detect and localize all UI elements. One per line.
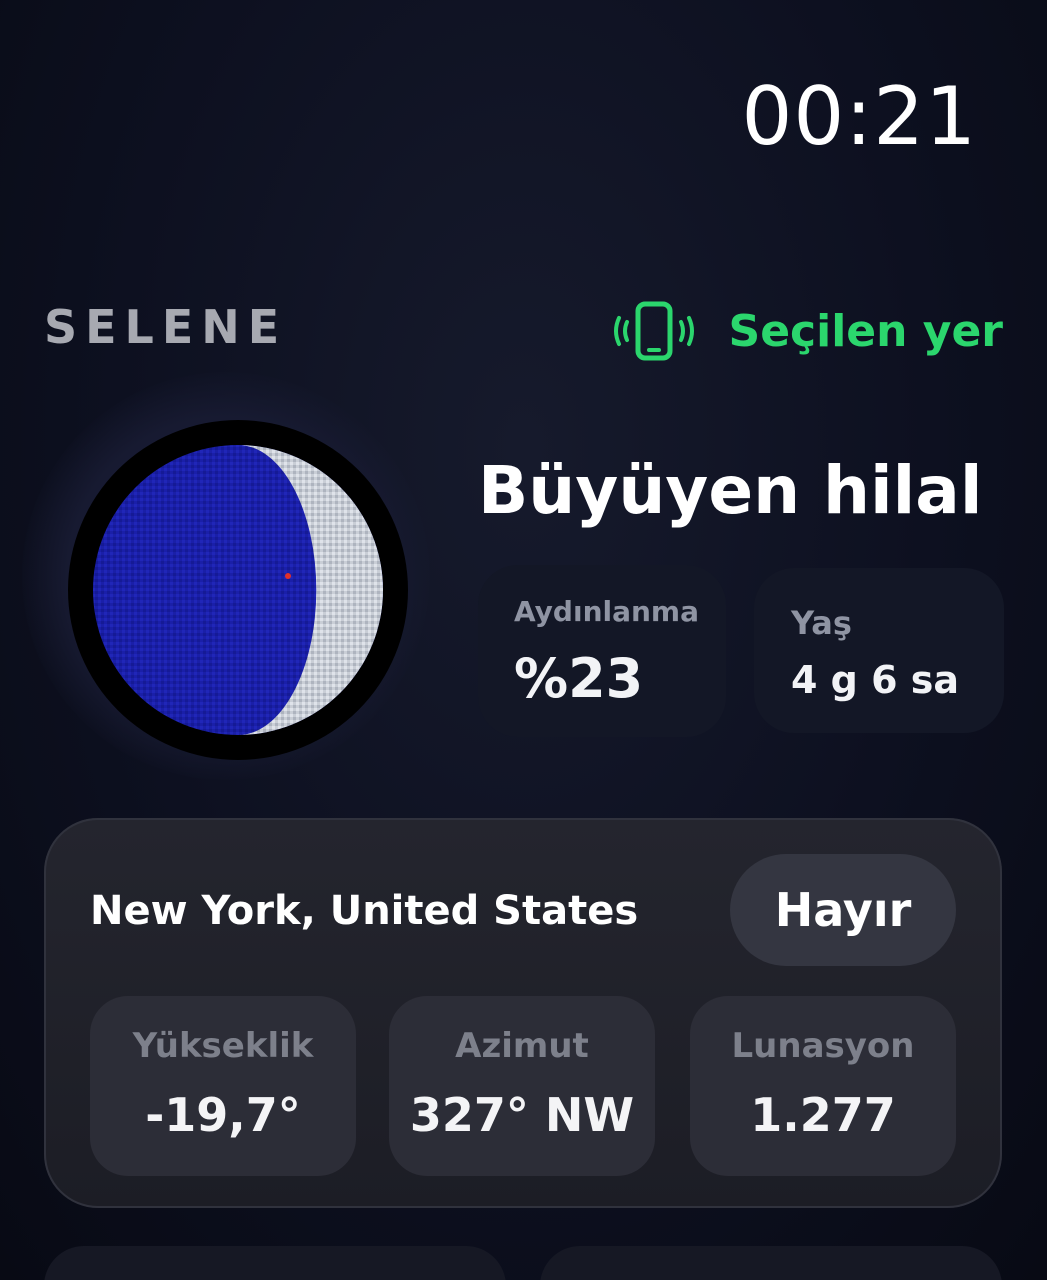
- clock-time: 00:21: [741, 70, 977, 163]
- altitude-label: Yükseklik: [132, 1026, 314, 1066]
- altitude-metric: Yükseklik -19,7°: [90, 996, 356, 1176]
- illumination-value: %23: [514, 647, 644, 710]
- location-mode-label: Seçilen yer: [728, 305, 1003, 357]
- hayir-toggle-button[interactable]: Hayır: [730, 854, 956, 966]
- moon-age-card: Yaş 4 g 6 sa: [754, 568, 1004, 733]
- lunation-label: Lunasyon: [731, 1026, 915, 1066]
- altitude-value: -19,7°: [145, 1088, 301, 1142]
- moon-phase-graphic: [93, 445, 383, 735]
- app-brand: SELENE: [44, 300, 288, 354]
- phase-name: Büyüyen hilal: [478, 452, 983, 529]
- moon-age-value: 4 g 6 sa: [791, 658, 960, 702]
- location-mode-button[interactable]: Seçilen yer: [609, 300, 1003, 362]
- location-panel: New York, United States Hayır Yükseklik …: [44, 818, 1002, 1208]
- moon-marker-dot: [285, 573, 291, 579]
- illumination-label: Aydınlanma: [514, 595, 699, 628]
- phone-vibrate-icon: [609, 300, 699, 362]
- bottom-card-left: [44, 1246, 506, 1280]
- illumination-card: Aydınlanma %23: [478, 565, 726, 737]
- azimuth-metric: Azimut 327° NW: [389, 996, 655, 1176]
- moon-age-label: Yaş: [791, 604, 852, 642]
- moon-app-screen: 00:21 SELENE Seçilen yer Büyüyen hilal A…: [0, 0, 1047, 1280]
- bottom-card-right: [540, 1246, 1002, 1280]
- azimuth-value: 327° NW: [409, 1088, 635, 1142]
- moon-phase-image: [68, 420, 408, 760]
- azimuth-label: Azimut: [455, 1026, 589, 1066]
- location-name: New York, United States: [90, 888, 639, 934]
- lunation-value: 1.277: [750, 1088, 896, 1142]
- lunation-metric: Lunasyon 1.277: [690, 996, 956, 1176]
